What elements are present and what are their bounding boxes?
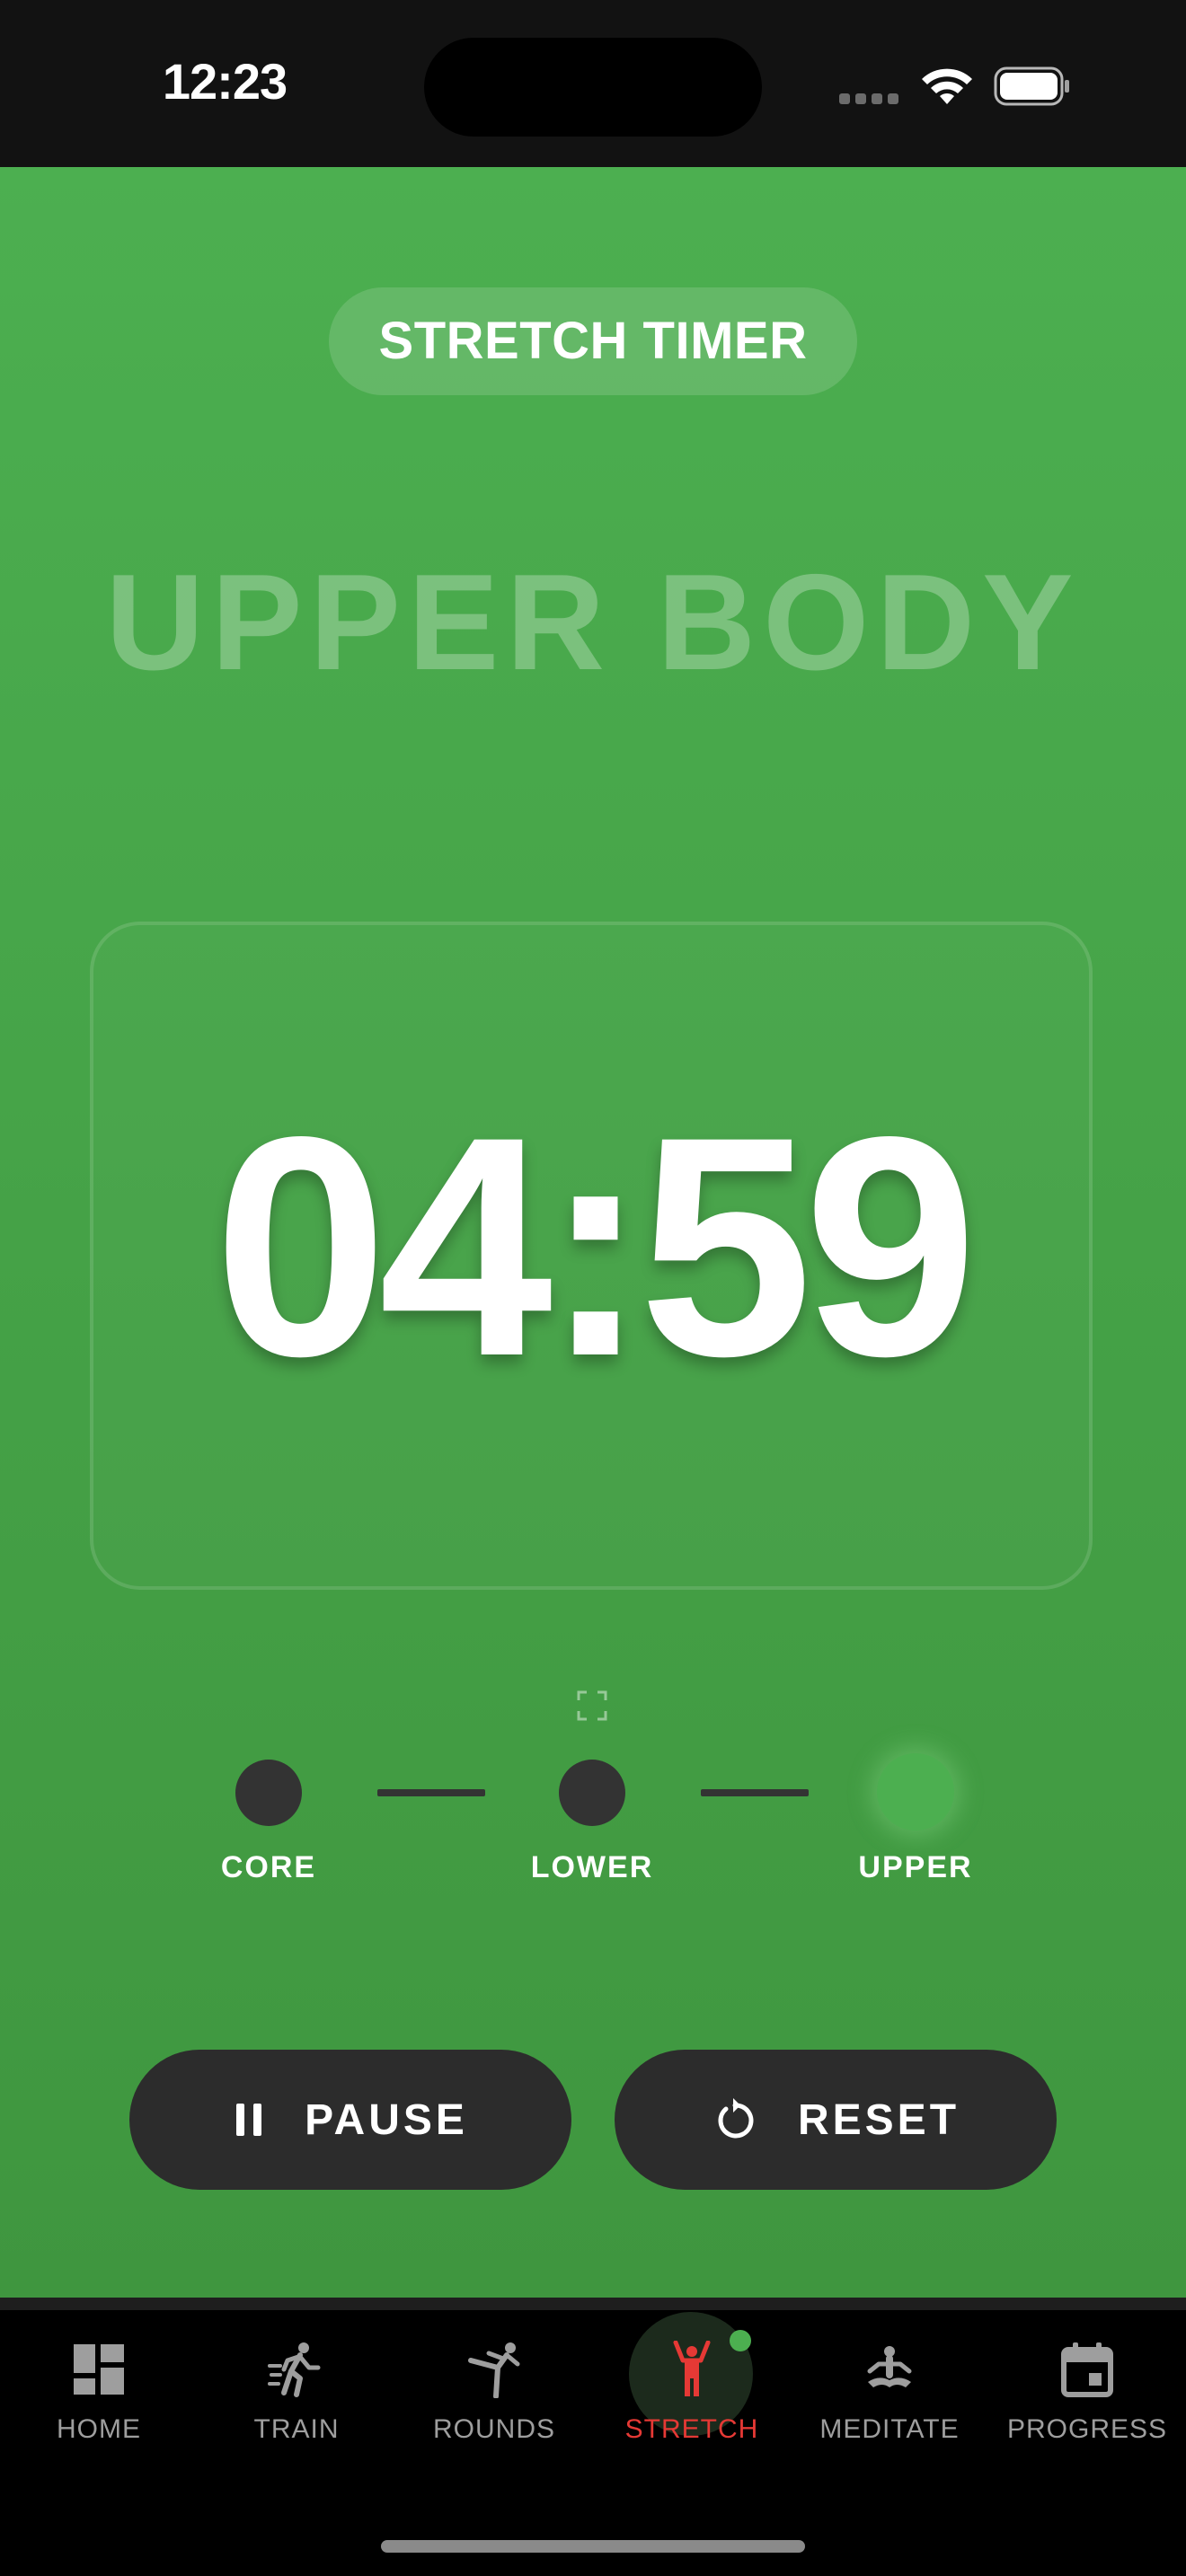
timer-card[interactable]: 04:59 bbox=[90, 922, 1093, 1721]
reset-icon bbox=[718, 2098, 754, 2139]
pause-button-label: PAUSE bbox=[305, 2095, 468, 2144]
dynamic-island bbox=[424, 38, 762, 137]
calendar-icon bbox=[1061, 2342, 1113, 2397]
tab-meditate[interactable]: MEDITATE bbox=[791, 2310, 988, 2463]
page-title: STRETCH TIMER bbox=[329, 287, 857, 395]
meditate-icon bbox=[867, 2346, 912, 2387]
wifi-icon bbox=[922, 68, 972, 104]
pause-icon bbox=[236, 2104, 262, 2136]
step-dot-core bbox=[235, 1760, 302, 1826]
stretch-icon bbox=[673, 2341, 711, 2396]
step-label-lower: LOWER bbox=[530, 1850, 654, 1884]
battery-icon bbox=[994, 66, 1069, 106]
tab-train[interactable]: TRAIN bbox=[198, 2310, 395, 2463]
current-section-title: UPPER BODY bbox=[105, 546, 1081, 699]
kick-icon bbox=[468, 2342, 520, 2398]
tab-label: ROUNDS bbox=[432, 2414, 555, 2444]
step-label-upper: UPPER bbox=[858, 1850, 973, 1884]
reset-button[interactable]: RESET bbox=[615, 2050, 1057, 2190]
dashboard-icon bbox=[74, 2344, 124, 2395]
tab-progress[interactable]: PROGRESS bbox=[988, 2310, 1186, 2463]
timer-display: 04:59 bbox=[213, 1072, 978, 1421]
tab-label: PROGRESS bbox=[1006, 2414, 1168, 2444]
main-content: STRETCH TIMER UPPER BODY 04:59 CORE LOWE… bbox=[0, 167, 1186, 2298]
tab-home[interactable]: HOME bbox=[0, 2310, 198, 2463]
tab-bar-divider bbox=[0, 2298, 1186, 2310]
status-bar: 12:23 bbox=[0, 0, 1186, 167]
fullscreen-icon[interactable] bbox=[577, 1690, 607, 1721]
tab-label: STRETCH bbox=[624, 2414, 759, 2444]
status-time: 12:23 bbox=[162, 53, 288, 110]
running-icon bbox=[268, 2342, 321, 2397]
step-dot-upper bbox=[877, 1753, 954, 1831]
active-indicator-dot bbox=[730, 2330, 751, 2351]
step-dot-lower bbox=[559, 1760, 625, 1826]
step-label-core: CORE bbox=[220, 1850, 317, 1884]
tab-label: HOME bbox=[57, 2414, 141, 2444]
bottom-tab-bar: HOME TRAIN ROUNDS STRETCH MEDITATE PROGR… bbox=[0, 2310, 1186, 2576]
cellular-signal-icon bbox=[839, 93, 898, 104]
reset-button-label: RESET bbox=[797, 2095, 960, 2144]
pause-button[interactable]: PAUSE bbox=[129, 2050, 571, 2190]
step-connector bbox=[377, 1789, 485, 1796]
home-indicator[interactable] bbox=[381, 2540, 805, 2553]
tab-stretch[interactable]: STRETCH bbox=[593, 2310, 791, 2463]
tab-label: TRAIN bbox=[253, 2414, 340, 2444]
step-connector bbox=[701, 1789, 809, 1796]
stretch-timer-screen: 12:23 STRETCH TIMER UPPER BODY 04:59 COR… bbox=[0, 0, 1186, 2576]
tab-label: MEDITATE bbox=[819, 2414, 960, 2444]
tab-rounds[interactable]: ROUNDS bbox=[395, 2310, 593, 2463]
